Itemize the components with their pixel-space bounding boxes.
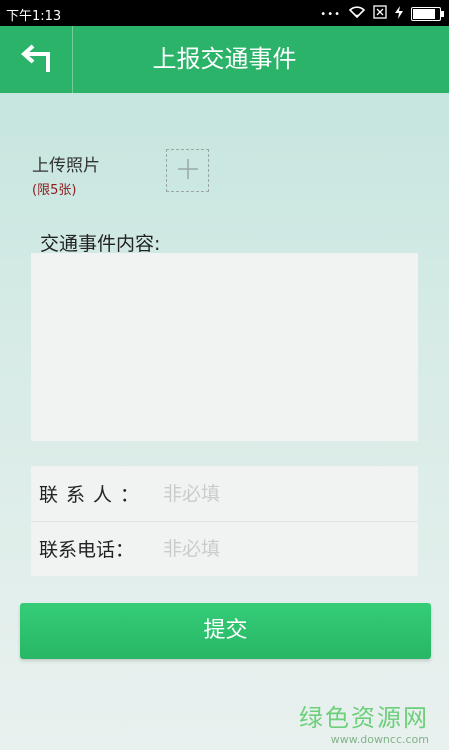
charging-icon	[395, 5, 403, 23]
plus-icon	[177, 158, 199, 184]
contact-label: 联系人：	[39, 484, 148, 506]
contact-form: 联系人： 联系电话：	[31, 466, 418, 576]
add-photo-button[interactable]	[166, 149, 209, 192]
title-divider	[72, 26, 73, 93]
back-arrow-icon	[18, 40, 54, 80]
no-sim-icon	[373, 5, 387, 23]
page-title: 上报交通事件	[152, 45, 297, 73]
watermark-title: 绿色资源网	[299, 704, 429, 732]
back-button[interactable]	[0, 26, 72, 93]
battery-level	[413, 9, 435, 19]
watermark-url: www.downcc.com	[330, 733, 429, 746]
submit-button[interactable]: 提交	[20, 603, 431, 659]
wifi-icon	[348, 6, 366, 22]
contact-row: 联系人：	[31, 466, 418, 522]
event-content-textarea[interactable]	[31, 253, 418, 441]
phone-label: 联系电话：	[39, 539, 135, 561]
upload-limit-note: (限5张)	[32, 183, 77, 198]
status-icons: •••	[320, 5, 444, 23]
more-dots-icon: •••	[320, 8, 341, 20]
phone-input[interactable]	[163, 528, 418, 569]
watermark: 绿色资源网 www.downcc.com	[299, 698, 429, 746]
phone-row: 联系电话：	[31, 521, 418, 576]
title-bar: 上报交通事件	[0, 26, 449, 93]
battery-icon	[411, 7, 444, 21]
event-content-label: 交通事件内容:	[40, 233, 161, 255]
status-time: 下午1:13	[6, 9, 62, 24]
contact-input[interactable]	[163, 473, 418, 514]
upload-photo-label: 上传照片	[32, 156, 100, 176]
status-bar: 下午1:13 •••	[0, 0, 449, 26]
